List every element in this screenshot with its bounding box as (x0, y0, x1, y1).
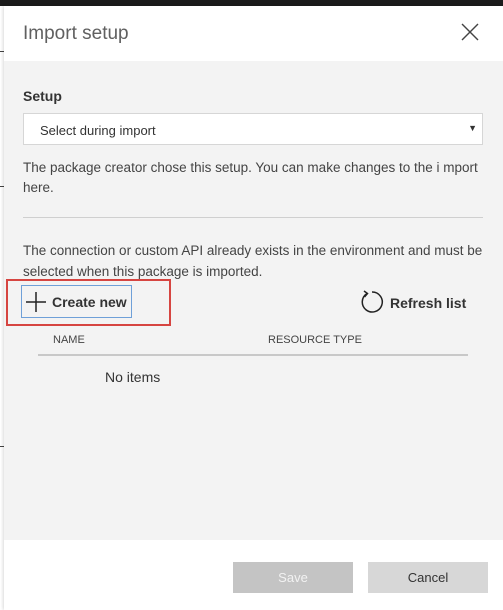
caret-down-icon: ▼ (468, 123, 477, 133)
dialog-title: Import setup (23, 23, 129, 44)
setup-dropdown[interactable]: Select during import ▼ (23, 113, 483, 145)
create-new-label: Create new (52, 294, 127, 310)
save-button[interactable]: Save (233, 562, 353, 593)
refresh-list-label: Refresh list (390, 295, 467, 311)
close-icon (461, 23, 479, 41)
column-header-name[interactable]: NAME (53, 334, 85, 346)
dialog-header: Import setup (4, 6, 503, 61)
column-header-resource-type[interactable]: RESOURCE TYPE (268, 334, 362, 346)
dialog-footer: Save Cancel (4, 540, 503, 610)
section-divider (23, 217, 483, 218)
refresh-icon (361, 290, 384, 313)
resource-table-header: NAME RESOURCE TYPE (38, 332, 468, 356)
refresh-list-button[interactable]: Refresh list (359, 289, 474, 315)
cancel-button[interactable]: Cancel (368, 562, 488, 593)
close-button[interactable] (458, 20, 482, 44)
create-new-button[interactable]: Create new (21, 285, 132, 318)
setup-note: The package creator chose this setup. Yo… (23, 160, 478, 195)
setup-selected-value: Select during import (40, 123, 156, 138)
plus-icon (26, 292, 46, 312)
setup-label: Setup (23, 88, 62, 104)
connection-note: The connection or custom API already exi… (23, 243, 483, 279)
empty-table-message: No items (105, 369, 161, 385)
import-setup-dialog: Import setup Setup Select during import … (4, 6, 503, 610)
